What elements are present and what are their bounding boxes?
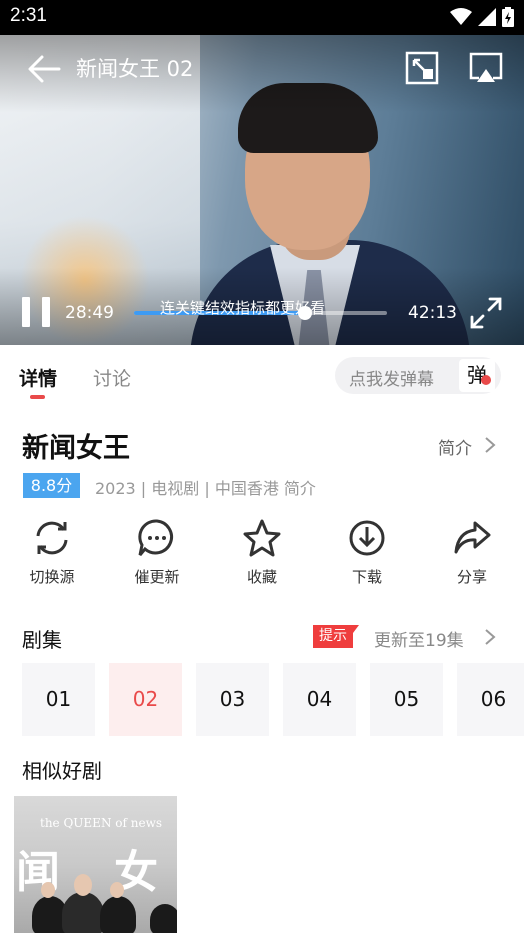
danmaku-toggle-button[interactable]: 弹 <box>459 359 495 392</box>
pip-icon <box>405 51 439 85</box>
urge-update-button[interactable]: 催更新 <box>112 518 202 588</box>
poster-face <box>74 874 92 896</box>
share-label: 分享 <box>456 568 487 586</box>
current-time: 28:49 <box>65 303 114 323</box>
fullscreen-icon <box>470 297 502 329</box>
tab-details[interactable]: 详情 <box>19 364 57 391</box>
share-icon <box>454 521 491 554</box>
back-arrow-icon <box>28 55 61 83</box>
signal-icon <box>478 8 496 26</box>
battery-icon <box>502 7 514 27</box>
episode-item[interactable]: 01 <box>22 663 95 736</box>
episode-list: 01 02 03 04 05 06 <box>22 663 524 736</box>
video-player[interactable]: 新闻女王 02 28:49 连关键结效指标都更好看 42:13 <box>0 35 524 345</box>
switch-source-icon <box>36 521 68 555</box>
status-time: 2:31 <box>10 5 47 26</box>
episode-item[interactable]: 05 <box>370 663 443 736</box>
total-time: 42:13 <box>408 303 457 323</box>
chat-bubble-icon <box>138 519 173 556</box>
star-icon <box>243 519 281 557</box>
download-button[interactable]: 下载 <box>322 518 412 588</box>
switch-source-button[interactable]: 切换源 <box>7 518 97 588</box>
danmaku-input[interactable]: 点我发弹幕 <box>349 365 434 390</box>
pause-bar-left <box>22 297 30 327</box>
poster-face <box>41 882 55 898</box>
tab-discussion[interactable]: 讨论 <box>93 364 131 391</box>
chevron-right-icon[interactable] <box>484 628 496 646</box>
status-icons <box>450 6 514 28</box>
pause-button[interactable] <box>20 297 54 327</box>
cast-icon <box>469 52 503 82</box>
cast-button[interactable] <box>468 51 504 85</box>
favorite-label: 收藏 <box>246 568 277 586</box>
rating-badge: 8.8分 <box>23 473 80 498</box>
video-title: 新闻女王 02 <box>76 57 194 81</box>
episode-item[interactable]: 06 <box>457 663 524 736</box>
episode-item[interactable]: 03 <box>196 663 269 736</box>
poster-figure <box>150 904 177 933</box>
intro-link[interactable]: 简介 <box>438 434 472 459</box>
favorite-button[interactable]: 收藏 <box>217 518 307 588</box>
switch-source-label: 切换源 <box>29 568 75 586</box>
fullscreen-button[interactable] <box>468 295 504 331</box>
episode-item[interactable]: 04 <box>283 663 356 736</box>
pip-button[interactable] <box>405 51 439 85</box>
poster-face <box>110 882 124 898</box>
wifi-icon <box>450 8 472 25</box>
danmaku-status-icon <box>481 375 491 385</box>
episodes-update-text[interactable]: 更新至19集 <box>374 626 464 651</box>
show-title: 新闻女王 <box>22 433 130 464</box>
similar-shows-title: 相似好剧 <box>22 759 102 783</box>
urge-update-label: 催更新 <box>134 568 180 586</box>
poster-figure <box>62 892 104 933</box>
tab-active-indicator <box>30 395 45 399</box>
status-bar: 2:31 <box>0 0 524 35</box>
download-icon <box>349 520 385 556</box>
subtitle-text: 连关键结效指标都更好看 <box>160 299 326 317</box>
download-label: 下载 <box>351 568 382 586</box>
share-button[interactable]: 分享 <box>427 518 517 588</box>
pause-bar-right <box>42 297 50 327</box>
poster-figure <box>100 896 136 933</box>
back-button[interactable] <box>26 54 62 84</box>
poster-tagline: the QUEEN of news <box>40 816 162 830</box>
similar-show-poster[interactable]: the QUEEN of news 闻 女 <box>14 796 177 933</box>
episodes-title: 剧集 <box>22 628 62 652</box>
notice-badge: 提示 <box>313 625 359 648</box>
episode-item-active[interactable]: 02 <box>109 663 182 736</box>
show-meta: 2023 | 电视剧 | 中国香港 简介 <box>95 479 316 498</box>
chevron-right-icon[interactable] <box>484 436 496 454</box>
